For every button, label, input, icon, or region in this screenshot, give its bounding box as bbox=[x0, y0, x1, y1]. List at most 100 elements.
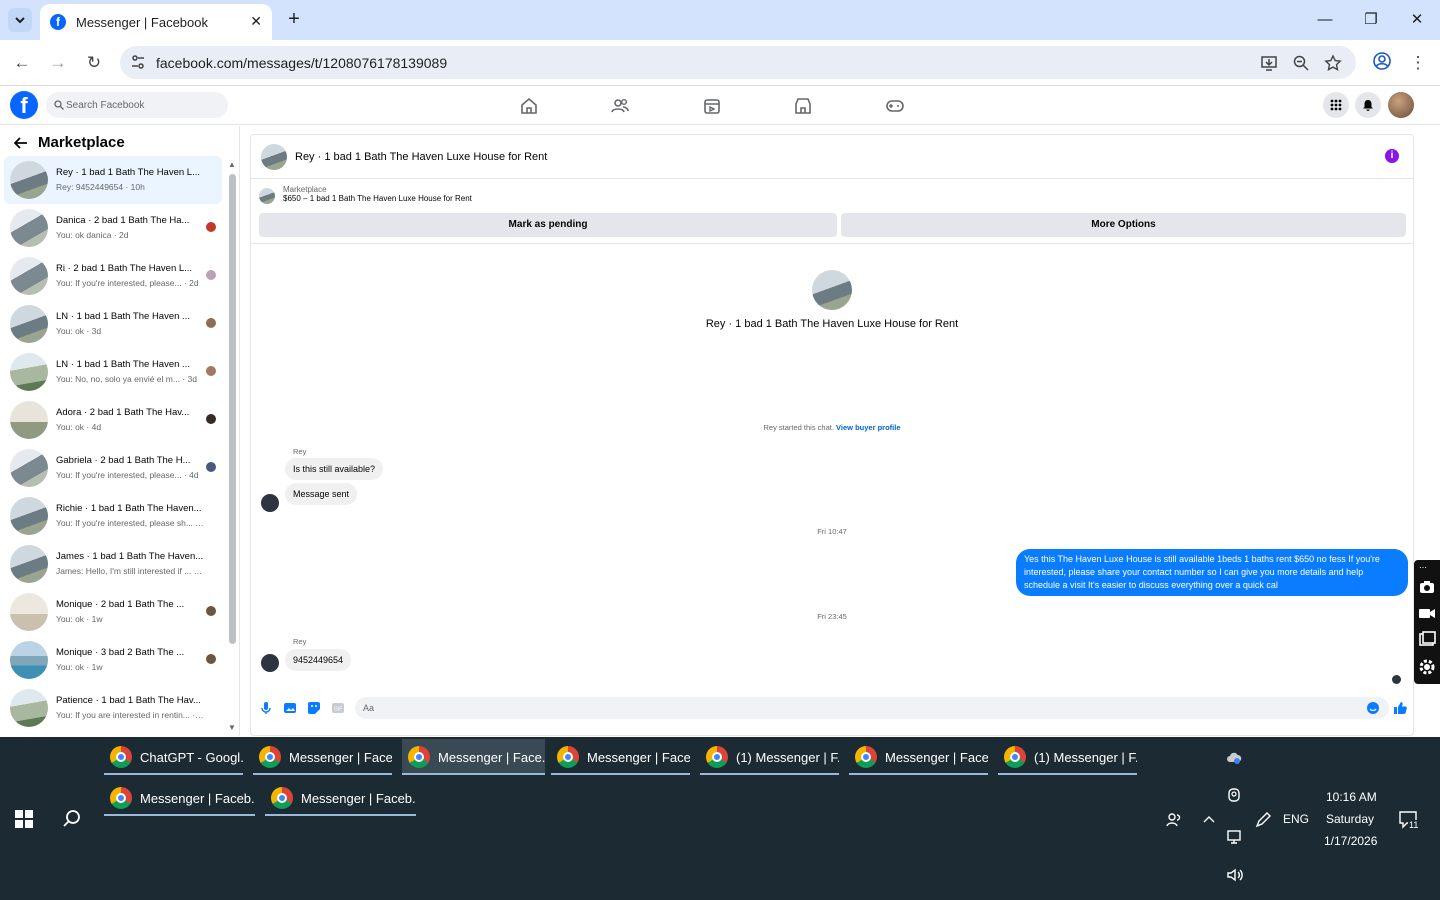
view-buyer-profile-link[interactable]: View buyer profile bbox=[836, 423, 900, 432]
volume-icon[interactable] bbox=[1226, 867, 1244, 883]
emoji-icon[interactable] bbox=[1366, 701, 1380, 715]
taskbar-app-button[interactable]: (1) Messenger | F... bbox=[998, 739, 1137, 775]
like-thumb-icon[interactable] bbox=[1393, 701, 1407, 715]
windows-start-icon[interactable] bbox=[14, 809, 34, 829]
pen-icon[interactable] bbox=[1254, 811, 1272, 829]
chevron-up-icon[interactable] bbox=[1202, 813, 1216, 827]
sender-avatar[interactable] bbox=[261, 494, 279, 512]
facebook-search-input[interactable]: Search Facebook bbox=[46, 92, 228, 118]
taskbar-app-button[interactable]: ChatGPT - Googl... bbox=[104, 739, 243, 775]
friends-icon[interactable] bbox=[610, 96, 630, 116]
video-icon[interactable] bbox=[702, 96, 722, 116]
taskbar-app-button[interactable]: Messenger | Faceb... bbox=[265, 780, 416, 816]
people-icon[interactable] bbox=[1165, 811, 1183, 829]
more-options-button[interactable]: More Options bbox=[841, 213, 1406, 237]
zoom-icon[interactable] bbox=[1292, 54, 1310, 72]
tab-search-button[interactable] bbox=[8, 8, 32, 32]
info-icon[interactable]: i bbox=[1385, 149, 1399, 163]
conversation-item[interactable]: Gabriela · 2 bad 1 Bath The H... You: If … bbox=[4, 444, 222, 492]
microphone-icon[interactable] bbox=[259, 701, 273, 715]
photo-icon[interactable] bbox=[283, 701, 297, 715]
address-bar[interactable]: facebook.com/messages/t/1208076178139089 bbox=[120, 46, 1356, 79]
conversation-item[interactable]: LN · 1 bad 1 Bath The Haven ... You: ok ·… bbox=[4, 300, 222, 348]
settings-gear-icon[interactable] bbox=[1418, 658, 1436, 676]
clock-day[interactable]: Saturday bbox=[1326, 812, 1374, 826]
scroll-down-icon[interactable]: ▼ bbox=[228, 723, 236, 732]
install-app-icon[interactable] bbox=[1260, 54, 1278, 72]
reload-button[interactable]: ↻ bbox=[82, 51, 106, 75]
seen-avatar bbox=[206, 654, 216, 664]
marketplace-icon[interactable] bbox=[793, 96, 813, 116]
browser-tab-active[interactable]: f Messenger | Facebook ✕ bbox=[40, 4, 272, 40]
close-window-button[interactable]: ✕ bbox=[1405, 8, 1429, 32]
window-icon[interactable] bbox=[1418, 630, 1436, 648]
incoming-message[interactable]: 9452449654 bbox=[285, 649, 352, 671]
sticker-icon[interactable] bbox=[307, 701, 321, 715]
menu-grid-button[interactable] bbox=[1323, 92, 1349, 118]
close-tab-icon[interactable]: ✕ bbox=[250, 13, 262, 30]
language-indicator[interactable]: ENG bbox=[1283, 812, 1309, 826]
gaming-icon[interactable] bbox=[885, 96, 905, 116]
outgoing-message[interactable]: Yes this The Haven Luxe House is still a… bbox=[1016, 549, 1408, 596]
conversation-item[interactable]: Patience · 1 bad 1 Bath The Hav... You: I… bbox=[4, 684, 222, 732]
back-arrow-icon[interactable] bbox=[14, 136, 28, 150]
taskbar-search-icon[interactable] bbox=[62, 809, 82, 829]
conversation-item[interactable]: Adora · 2 bad 1 Bath The Hav... You: ok ·… bbox=[4, 396, 222, 444]
conversation-item[interactable]: Rey · 1 bad 1 Bath The Haven L... Rey: 94… bbox=[4, 156, 222, 204]
taskbar-app-button-active[interactable]: Messenger | Face... bbox=[402, 739, 545, 775]
clock-date[interactable]: 1/17/2026 bbox=[1324, 834, 1377, 848]
clock-time[interactable]: 10:16 AM bbox=[1326, 790, 1377, 804]
network-icon[interactable] bbox=[1226, 829, 1242, 845]
new-tab-button[interactable]: + bbox=[282, 8, 306, 32]
listing-summary[interactable]: Marketplace $650 – 1 bad 1 Bath The Have… bbox=[259, 185, 472, 204]
minimize-button[interactable]: — bbox=[1313, 8, 1337, 32]
conversation-item[interactable]: Richie · 1 bad 1 Bath The Haven... You: I… bbox=[4, 492, 222, 540]
message-input[interactable]: Aa bbox=[355, 697, 1389, 719]
taskbar-app-button[interactable]: Messenger | Face... bbox=[551, 739, 690, 775]
conversation-name: LN · 1 bad 1 Bath The Haven ... bbox=[56, 311, 190, 322]
conversation-preview: Rey: 9452449654 · 10h bbox=[56, 182, 145, 192]
browser-menu-icon[interactable]: ⋮ bbox=[1406, 51, 1430, 75]
conversation-item[interactable]: LN · 1 bad 1 Bath The Haven ... You: No, … bbox=[4, 348, 222, 396]
conversation-item[interactable]: Monique · 2 bad 1 Bath The ... You: ok · … bbox=[4, 588, 222, 636]
chat-avatar[interactable] bbox=[261, 143, 287, 170]
notifications-button[interactable] bbox=[1355, 92, 1381, 118]
gif-icon[interactable]: GIF bbox=[331, 701, 345, 715]
home-icon[interactable] bbox=[519, 96, 539, 116]
mark-pending-button[interactable]: Mark as pending bbox=[259, 213, 837, 237]
account-avatar[interactable] bbox=[1388, 92, 1414, 118]
taskbar-app-button[interactable]: Messenger | Face... bbox=[253, 739, 392, 775]
incoming-message[interactable]: Is this still available? bbox=[285, 458, 384, 480]
taskbar-app-button[interactable]: Messenger | Faceb... bbox=[104, 780, 255, 816]
bookmark-star-icon[interactable] bbox=[1324, 54, 1342, 72]
conversation-item[interactable]: Ri · 2 bad 1 Bath The Haven L... You: If … bbox=[4, 252, 222, 300]
meet-now-icon[interactable] bbox=[1226, 787, 1242, 803]
maximize-button[interactable]: ❐ bbox=[1359, 8, 1383, 32]
forward-button[interactable]: → bbox=[46, 51, 70, 75]
site-info-icon[interactable] bbox=[130, 54, 146, 70]
listing-thumbnail bbox=[10, 641, 48, 679]
chat-title[interactable]: Rey · 1 bad 1 Bath The Haven Luxe House … bbox=[295, 151, 547, 163]
taskbar-app-button[interactable]: Messenger | Face... bbox=[849, 739, 988, 775]
taskbar-app-button[interactable]: (1) Messenger | F... bbox=[700, 739, 839, 775]
back-button[interactable]: ← bbox=[10, 51, 34, 75]
conversation-item[interactable]: Monique · 3 bad 2 Bath The ... You: ok · … bbox=[4, 636, 222, 684]
conversation-preview: You: If you're interested, please sh... … bbox=[56, 518, 204, 528]
camera-icon[interactable] bbox=[1418, 578, 1436, 596]
taskbar-app-label: Messenger | Faceb... bbox=[140, 790, 255, 806]
facebook-logo[interactable]: f bbox=[10, 91, 38, 119]
conversation-item[interactable]: James · 1 bad 1 Bath The Haven... James: … bbox=[4, 540, 222, 588]
incoming-message[interactable]: Message sent bbox=[285, 483, 358, 505]
conversation-item[interactable]: Danica · 2 bad 1 Bath The Ha... You: ok d… bbox=[4, 204, 222, 252]
video-camera-icon[interactable] bbox=[1418, 604, 1436, 622]
scroll-up-icon[interactable]: ▲ bbox=[228, 160, 236, 169]
taskbar-app-label: Messenger | Face... bbox=[289, 749, 392, 765]
sidebar-scrollbar[interactable] bbox=[229, 174, 236, 644]
cloud-sync-icon[interactable] bbox=[1226, 750, 1242, 766]
divider bbox=[251, 243, 1413, 244]
running-indicator bbox=[265, 814, 416, 816]
tools-more-icon[interactable]: ⋯ bbox=[1418, 560, 1436, 578]
intro-avatar[interactable] bbox=[812, 270, 852, 310]
profile-icon[interactable] bbox=[1370, 51, 1394, 75]
sender-avatar[interactable] bbox=[261, 654, 279, 672]
